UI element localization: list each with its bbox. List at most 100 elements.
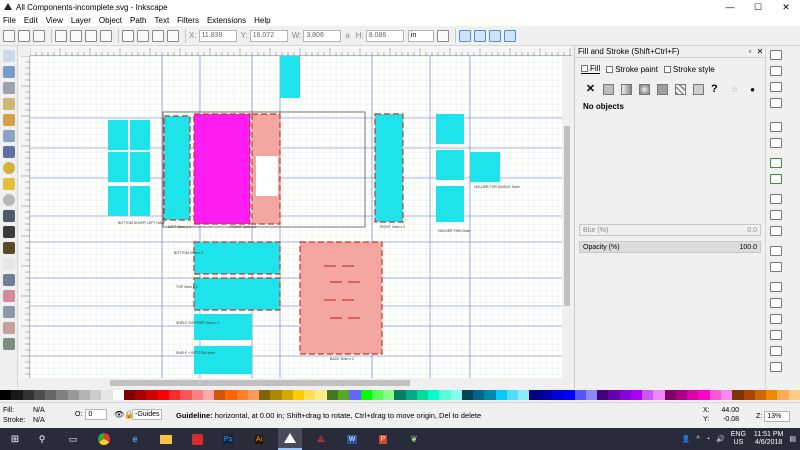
menu-object[interactable]: Object (99, 16, 122, 25)
text-tool-icon[interactable] (3, 258, 15, 270)
palette-swatch[interactable] (90, 390, 102, 400)
holder-piece-top[interactable] (280, 56, 300, 98)
rotate-cw-icon[interactable] (70, 29, 82, 42)
move-patterns-icon[interactable] (503, 29, 516, 42)
language-indicator[interactable]: ENG US (731, 431, 746, 447)
lower-icon[interactable] (152, 29, 164, 42)
palette-swatch[interactable] (777, 390, 789, 400)
palette-swatch[interactable] (461, 390, 474, 400)
opacity-input[interactable]: 0 (85, 409, 108, 420)
zoom-tool-icon[interactable] (3, 98, 15, 110)
blur-slider[interactable]: Blur (%) 0.0 (579, 224, 761, 236)
xml-editor-icon[interactable] (770, 362, 782, 372)
copy-icon[interactable] (770, 194, 782, 204)
task-view-icon[interactable]: ▭ (61, 428, 85, 450)
vertical-ruler[interactable] (19, 55, 30, 378)
minimize-button[interactable]: — (716, 0, 744, 14)
paste-icon[interactable] (770, 226, 782, 236)
cut-icon[interactable] (770, 210, 782, 220)
palette-swatch[interactable] (123, 390, 136, 400)
fill-stroke-indicator[interactable]: Fill: N/A Stroke: N/A (3, 406, 45, 426)
palette-swatch[interactable] (236, 390, 248, 400)
inkscape-taskbar-icon[interactable] (278, 428, 302, 450)
redo-icon[interactable] (770, 174, 782, 184)
zoom-selection-icon[interactable] (770, 246, 782, 256)
vertical-scrollbar[interactable] (562, 56, 572, 378)
palette-swatch[interactable] (495, 390, 507, 400)
horizontal-ruler[interactable] (29, 46, 572, 56)
palette-swatch[interactable] (540, 390, 553, 400)
tray-chevron-icon[interactable]: ^ (697, 436, 700, 443)
palette-swatch[interactable] (518, 390, 530, 400)
palette-swatch[interactable] (259, 390, 271, 400)
menu-extensions[interactable]: Extensions (207, 16, 246, 25)
linear-gradient-icon[interactable] (621, 83, 632, 95)
back-piece[interactable] (299, 241, 383, 355)
file-explorer-icon[interactable] (154, 428, 178, 450)
calligraphy-tool-icon[interactable] (3, 242, 15, 254)
rectangle-tool-icon[interactable] (3, 130, 15, 142)
unlink-clone-icon[interactable] (770, 314, 782, 324)
palette-swatch[interactable] (22, 390, 34, 400)
horizontal-scrollbar[interactable] (30, 378, 562, 388)
right-piece[interactable] (374, 113, 404, 223)
duplicate-icon[interactable] (770, 282, 782, 292)
panel-close-icon[interactable]: ✕ (755, 47, 765, 56)
palette-swatch[interactable] (653, 390, 665, 400)
open-icon[interactable] (770, 66, 782, 76)
holder-single[interactable] (470, 152, 500, 182)
palette-swatch[interactable] (315, 390, 327, 400)
export-icon[interactable] (770, 138, 782, 148)
palette-swatch[interactable] (326, 390, 338, 400)
palette-swatch[interactable] (56, 390, 68, 400)
palette-swatch[interactable] (214, 390, 226, 400)
search-icon[interactable]: ⚲ (30, 428, 54, 450)
photoshop-icon[interactable]: Ps (216, 428, 240, 450)
mesh-gradient-icon[interactable] (657, 83, 668, 95)
palette-swatch[interactable] (360, 390, 372, 400)
select-all-layers-icon[interactable] (18, 29, 30, 42)
palette-swatch[interactable] (304, 390, 316, 400)
horizontal-scroll-thumb[interactable] (110, 380, 410, 386)
no-paint-icon[interactable]: ✕ (585, 83, 596, 95)
new-document-icon[interactable] (770, 50, 782, 60)
layer-visibility-icon[interactable]: 👁 (114, 410, 124, 419)
palette-swatch[interactable] (383, 390, 395, 400)
unset-paint-icon[interactable]: ? (711, 83, 722, 95)
pattern-icon[interactable] (675, 83, 686, 95)
palette-swatch[interactable] (281, 390, 293, 400)
tab-fill[interactable]: Fill (581, 64, 601, 74)
pencil-tool-icon[interactable] (3, 210, 15, 222)
vertical-scroll-thumb[interactable] (564, 126, 570, 306)
palette-swatch[interactable] (45, 390, 57, 400)
palette-swatch[interactable] (135, 390, 147, 400)
group-icon[interactable] (770, 330, 782, 340)
tweak-tool-icon[interactable] (3, 82, 15, 94)
measure-tool-icon[interactable] (3, 114, 15, 126)
import-icon[interactable] (770, 122, 782, 132)
fill-rule-evenodd-icon[interactable]: ◌ (729, 84, 740, 95)
print-icon[interactable] (770, 98, 782, 108)
palette-swatch[interactable] (563, 390, 575, 400)
acrobat-icon[interactable] (185, 428, 209, 450)
palette-swatch[interactable] (529, 390, 541, 400)
palette-swatch[interactable] (180, 390, 192, 400)
x-input[interactable]: 11.839 (198, 29, 237, 42)
palette-swatch[interactable] (721, 390, 733, 400)
bucket-tool-icon[interactable] (3, 306, 15, 318)
deselect-icon[interactable] (33, 29, 45, 42)
save-icon[interactable] (770, 82, 782, 92)
palette-swatch[interactable] (473, 390, 485, 400)
menu-file[interactable]: File (3, 16, 16, 25)
palette-swatch[interactable] (191, 390, 203, 400)
unit-dropdown-icon[interactable] (436, 29, 449, 42)
palette-swatch[interactable] (292, 390, 305, 400)
palette-swatch[interactable] (574, 390, 586, 400)
palette-swatch[interactable] (698, 390, 710, 400)
lock-ratio-icon[interactable]: a (345, 31, 349, 40)
undo-icon[interactable] (770, 158, 782, 168)
spray-tool-icon[interactable] (3, 274, 15, 286)
mesh-tool-icon[interactable] (3, 338, 15, 350)
palette-swatch[interactable] (394, 390, 406, 400)
menu-edit[interactable]: Edit (24, 16, 38, 25)
